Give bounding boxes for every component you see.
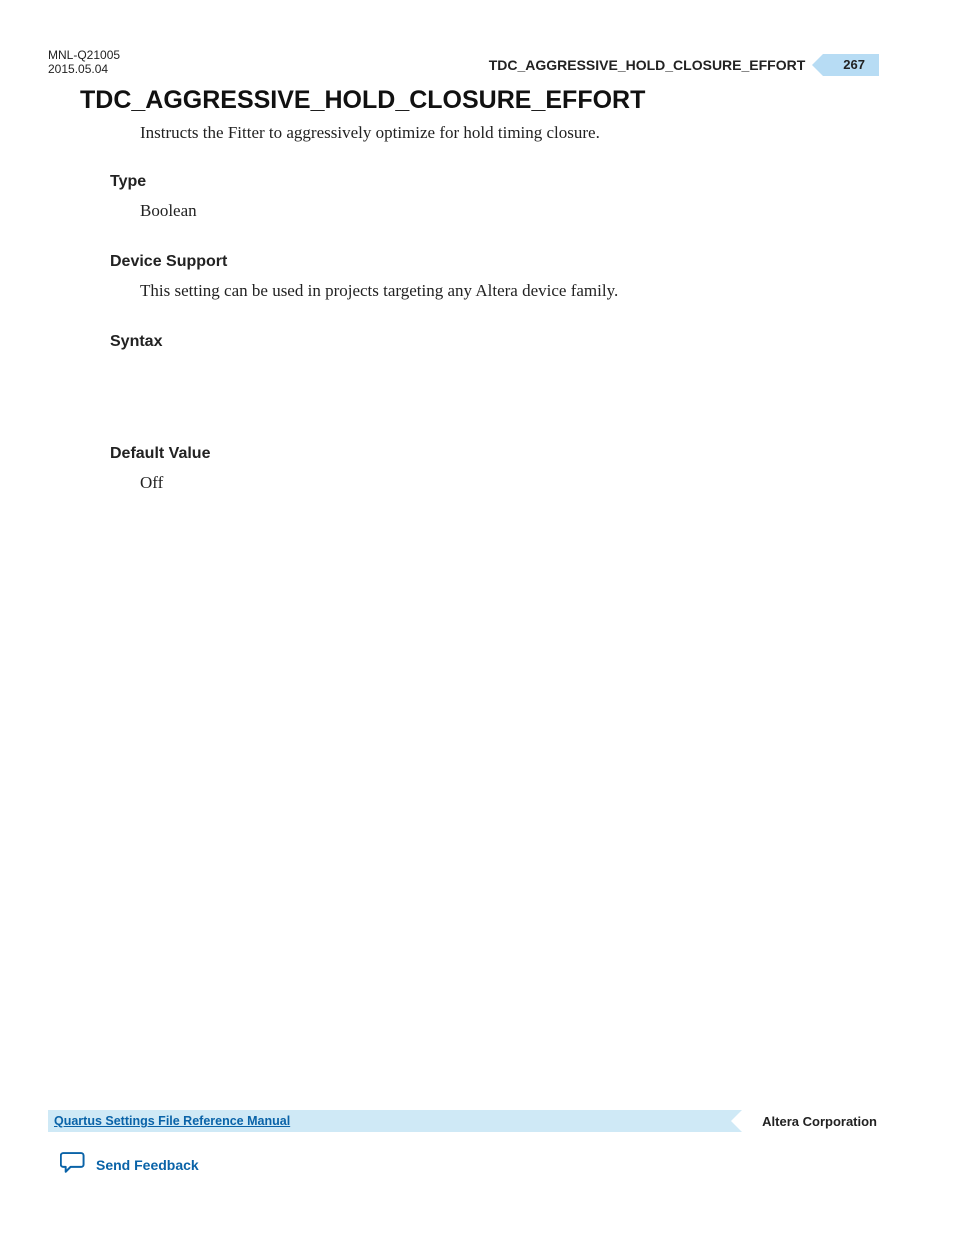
footer-company-wrap: Altera Corporation (742, 1110, 879, 1132)
section-body-type: Boolean (140, 199, 879, 223)
footer-bar: Quartus Settings File Reference Manual A… (48, 1110, 879, 1132)
page-number-chip: 267 (823, 54, 879, 76)
footer-company: Altera Corporation (762, 1114, 879, 1129)
send-feedback-label: Send Feedback (96, 1157, 199, 1173)
section-heading-syntax: Syntax (110, 333, 879, 351)
topic-lead: Instructs the Fitter to aggressively opt… (140, 121, 879, 145)
section-body-device-support: This setting can be used in projects tar… (140, 279, 879, 303)
running-title: TDC_AGGRESSIVE_HOLD_CLOSURE_EFFORT (489, 57, 806, 73)
section-heading-device-support: Device Support (110, 253, 879, 271)
topic-title: TDC_AGGRESSIVE_HOLD_CLOSURE_EFFORT (80, 86, 879, 115)
send-feedback[interactable]: Send Feedback (60, 1150, 199, 1179)
section-heading-default-value: Default Value (110, 445, 879, 463)
content-area: TDC_AGGRESSIVE_HOLD_CLOSURE_EFFORT Instr… (80, 86, 879, 495)
manual-title-link[interactable]: Quartus Settings File Reference Manual (54, 1114, 290, 1128)
section-body-default-value: Off (140, 471, 879, 495)
page-header: MNL-Q21005 2015.05.04 TDC_AGGRESSIVE_HOL… (48, 48, 879, 76)
header-right: TDC_AGGRESSIVE_HOLD_CLOSURE_EFFORT 267 (489, 54, 879, 76)
speech-bubble-icon (60, 1150, 86, 1179)
section-heading-type: Type (110, 173, 879, 191)
